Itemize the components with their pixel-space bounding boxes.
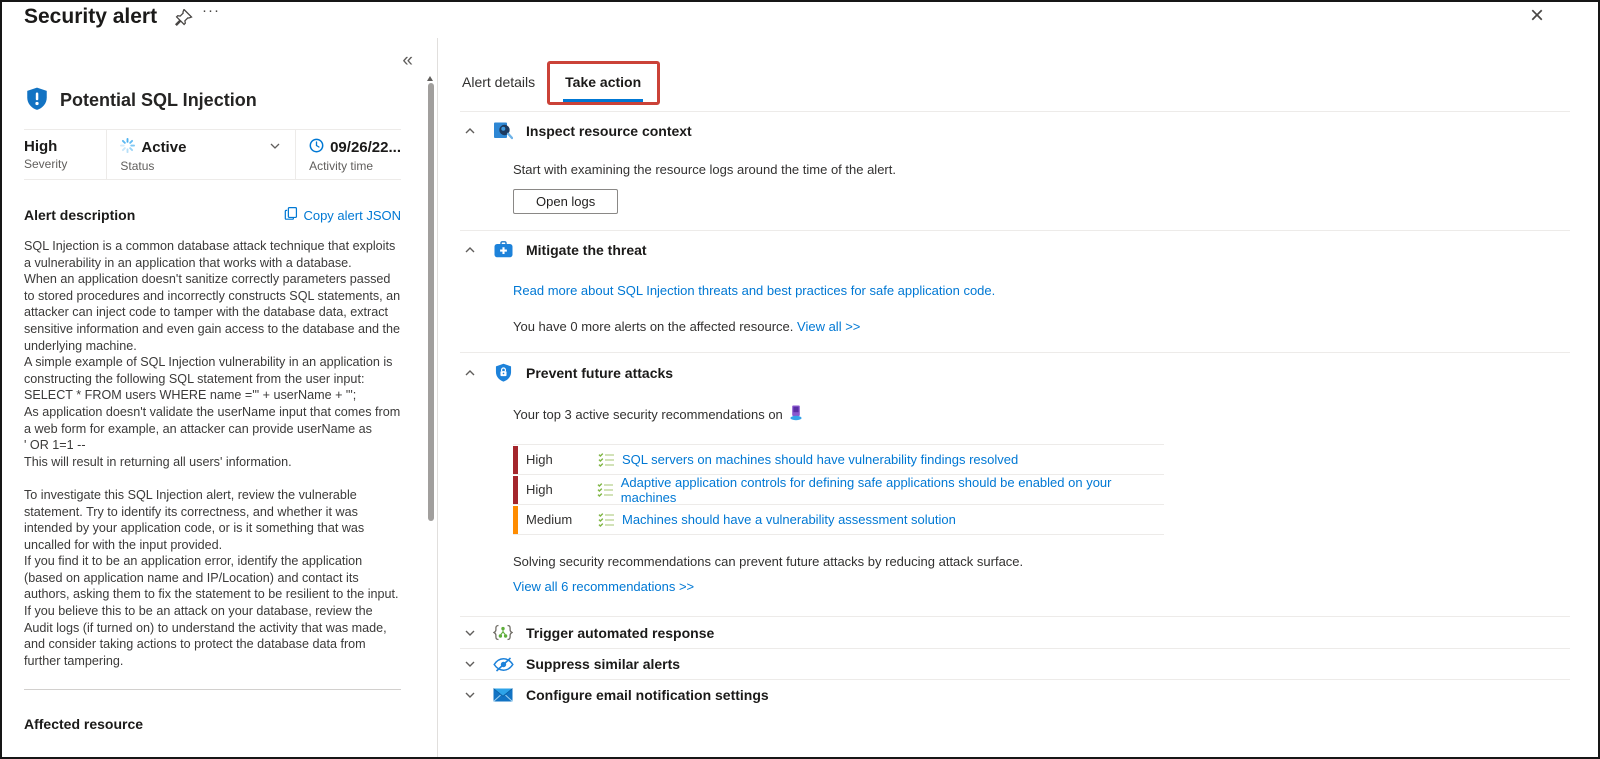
alert-summary-pane: « Potential SQL Injection High Severity … — [2, 38, 437, 757]
affected-resource-heading: Affected resource — [24, 716, 144, 733]
collapse-pane-icon[interactable]: « — [402, 50, 413, 72]
vm-resource-icon — [789, 405, 803, 424]
activity-time-field: 09/26/22... Activity time — [295, 130, 401, 179]
shield-alert-icon — [24, 86, 50, 115]
severity-bar-medium — [513, 505, 518, 534]
tab-bar: Alert details Take action — [460, 61, 1570, 105]
eye-slash-icon — [492, 656, 514, 672]
recommendations-table: High SQL servers on machines should have… — [513, 444, 1164, 535]
section-title: Prevent future attacks — [526, 364, 674, 381]
section-trigger-automated-response[interactable]: Trigger automated response — [460, 617, 1570, 648]
severity-bar-high — [513, 475, 518, 504]
chevron-down-icon[interactable] — [460, 626, 480, 640]
alert-description-text: SQL Injection is a common database attac… — [24, 239, 401, 668]
chevron-up-icon[interactable] — [460, 243, 480, 257]
section-title: Inspect resource context — [526, 123, 692, 139]
close-icon[interactable]: × — [1530, 2, 1544, 30]
prevent-intro-text: Your top 3 active security recommendatio… — [513, 407, 783, 422]
recommendation-row[interactable]: Medium Machines should have a vulnerabil… — [513, 505, 1164, 535]
open-logs-button[interactable]: Open logs — [513, 189, 619, 214]
left-scrollbar[interactable] — [427, 74, 434, 749]
tab-take-action-label: Take action — [565, 74, 642, 90]
clock-icon — [309, 138, 324, 157]
more-alerts-text: You have 0 more alerts on the affected r… — [513, 319, 798, 334]
checklist-icon — [598, 452, 622, 467]
recommendation-row[interactable]: High Adaptive application controls for d… — [513, 475, 1164, 505]
severity-value: High — [24, 138, 58, 155]
status-dropdown-chevron-icon[interactable] — [269, 139, 281, 156]
section-inspect-resource-context[interactable]: Inspect resource context — [460, 112, 1570, 148]
chevron-down-icon[interactable] — [460, 688, 480, 702]
shield-lock-icon — [492, 363, 514, 382]
alert-description-heading: Alert description — [24, 207, 136, 223]
status-label: Status — [120, 159, 155, 173]
status-value: Active — [141, 139, 187, 156]
severity-bar-high — [513, 445, 518, 474]
severity-label: Severity — [24, 157, 68, 171]
copy-alert-json-label: Copy alert JSON — [303, 207, 401, 223]
status-field[interactable]: Active Status — [106, 130, 295, 179]
alert-essentials: High Severity Active Status 09/26/22... … — [24, 129, 401, 180]
page-title: Security alert — [24, 5, 158, 28]
chevron-up-icon[interactable] — [460, 124, 480, 138]
recommendation-row[interactable]: High SQL servers on machines should have… — [513, 445, 1164, 475]
more-options-icon[interactable]: ··· — [202, 2, 220, 19]
recommendation-link[interactable]: SQL servers on machines should have vuln… — [622, 452, 1018, 467]
read-more-link[interactable]: Read more about SQL Injection threats an… — [513, 283, 995, 298]
chevron-up-icon[interactable] — [460, 366, 480, 380]
checklist-icon — [598, 512, 622, 527]
tab-take-action[interactable]: Take action — [547, 61, 661, 105]
activity-time-value: 09/26/22... — [330, 139, 401, 156]
chevron-down-icon[interactable] — [460, 657, 480, 671]
section-title: Suppress similar alerts — [526, 656, 681, 672]
section-configure-email-notifications[interactable]: Configure email notification settings — [460, 680, 1570, 710]
alert-name: Potential SQL Injection — [60, 90, 257, 110]
prevent-footer-text: Solving security recommendations can pre… — [513, 554, 1024, 569]
status-spinner-icon — [120, 138, 136, 157]
app-header: Security alert ··· × — [2, 2, 1598, 38]
copy-icon — [284, 206, 298, 224]
recommendation-severity: High — [526, 452, 553, 467]
pin-icon[interactable] — [174, 8, 194, 29]
recommendation-link[interactable]: Adaptive application controls for defini… — [621, 475, 1164, 505]
view-all-recommendations-link[interactable]: View all 6 recommendations >> — [513, 579, 694, 594]
tab-alert-details[interactable]: Alert details — [460, 70, 537, 102]
section-suppress-similar-alerts[interactable]: Suppress similar alerts — [460, 649, 1570, 679]
inspect-body-text: Start with examining the resource logs a… — [513, 162, 896, 177]
email-icon — [492, 688, 514, 702]
section-mitigate-the-threat[interactable]: Mitigate the threat — [460, 231, 1570, 266]
severity-field: High Severity — [24, 130, 106, 179]
checklist-icon — [597, 482, 621, 497]
alert-detail-pane: Alert details Take action Inspect resour… — [437, 38, 1598, 757]
workflow-automation-icon — [492, 624, 514, 641]
copy-alert-json-button[interactable]: Copy alert JSON — [284, 206, 401, 224]
recommendation-severity: High — [525, 482, 553, 497]
view-all-alerts-link[interactable]: View all >> — [797, 319, 860, 334]
scrollbar-up-arrow[interactable] — [427, 76, 433, 81]
section-prevent-future-attacks[interactable]: Prevent future attacks — [460, 353, 1570, 390]
recommendation-link[interactable]: Machines should have a vulnerability ass… — [622, 512, 956, 527]
first-aid-kit-icon — [492, 241, 514, 258]
section-title: Mitigate the threat — [526, 241, 647, 258]
left-divider — [24, 689, 401, 691]
activity-time-label: Activity time — [309, 159, 374, 173]
inspect-resource-icon — [492, 122, 514, 140]
section-title: Trigger automated response — [526, 624, 715, 641]
recommendation-severity: Medium — [526, 512, 573, 527]
section-title: Configure email notification settings — [526, 687, 769, 703]
scrollbar-thumb[interactable] — [427, 83, 434, 521]
